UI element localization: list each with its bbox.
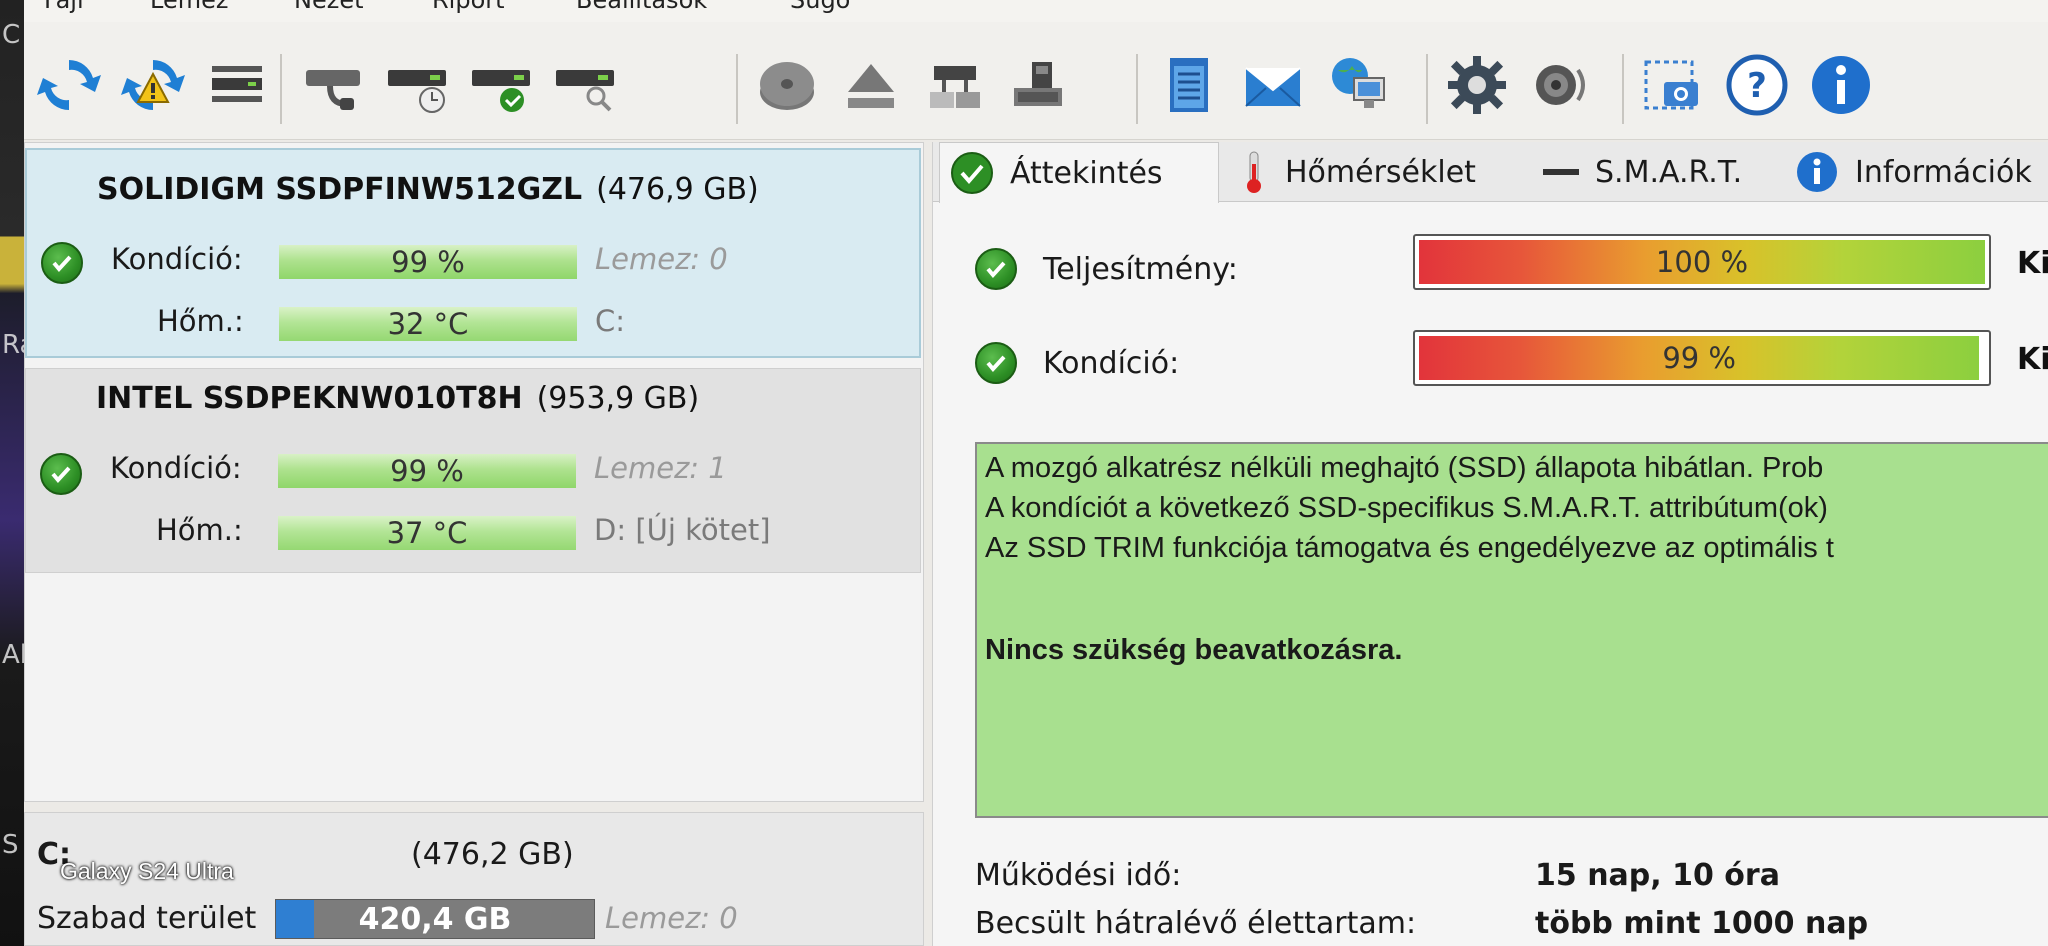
info-icon[interactable]	[1808, 52, 1874, 118]
status-line: A kondíciót a következő SSD-specifikus S…	[985, 492, 1828, 524]
check-icon	[41, 242, 83, 284]
tab-label: Hőmérséklet	[1285, 154, 1476, 190]
drive-list-icon[interactable]	[204, 52, 270, 118]
tab-label: Áttekintés	[1010, 155, 1163, 191]
notepad-icon[interactable]	[1156, 52, 1222, 118]
condition-bar: 99 %	[279, 245, 577, 279]
performance-bar: 100 %	[1413, 234, 1991, 290]
tab-bar: Áttekintés Hőmérséklet S.M.A.R.T. Inform…	[933, 142, 2048, 203]
status-message-box: A mozgó alkatrész nélküli meghajtó (SSD)…	[975, 442, 2048, 818]
status-summary: Nincs szükség beavatkozásra.	[985, 634, 1403, 666]
tab-smart[interactable]: S.M.A.R.T.	[1533, 142, 1769, 202]
disk-index: Lemez: 0	[595, 242, 728, 276]
screenshot-icon[interactable]	[1640, 52, 1706, 118]
performance-label: Teljesítmény:	[1043, 252, 1238, 287]
condition-fill: 99 %	[1419, 336, 1980, 380]
menu-disk[interactable]: Lemez	[150, 0, 228, 14]
uptime-value: 15 nap, 10 óra	[1535, 858, 1780, 893]
details-panel: Áttekintés Hőmérséklet S.M.A.R.T. Inform…	[932, 142, 2048, 946]
condition-label: Kondíció:	[1043, 346, 1180, 381]
check-icon	[975, 248, 1017, 290]
background-edge: C Ra Al S	[0, 0, 35, 946]
disk-capacity: (953,9 GB)	[536, 381, 700, 416]
condition-bar: 99 %	[1413, 330, 1991, 386]
lifetime-label: Becsült hátralévő élettartam:	[975, 906, 1417, 941]
lifetime-value: több mint 1000 nap	[1535, 906, 1869, 941]
drive-clock-icon[interactable]	[384, 52, 450, 118]
info-icon	[1795, 150, 1839, 194]
drive-check-icon[interactable]	[468, 52, 534, 118]
temperature-bar: 37 °C	[278, 516, 576, 550]
disk-title: SOLIDIGM SSDPFINW512GZL (476,9 GB)	[97, 172, 759, 207]
temperature-bar: 32 °C	[279, 307, 577, 341]
help-icon[interactable]: ?	[1724, 52, 1790, 118]
menu-bar: Fájl Lemez Nézet Riport Beállítások Súgó	[24, 0, 2048, 22]
condition-label: Kondíció:	[110, 451, 242, 485]
drive-network-icon[interactable]	[922, 52, 988, 118]
toolbar: ?	[24, 22, 2048, 140]
settings-icon[interactable]	[1444, 52, 1510, 118]
tab-temperature[interactable]: Hőmérséklet	[1229, 142, 1529, 202]
status-line: A mozgó alkatrész nélküli meghajtó (SSD)…	[985, 452, 1824, 484]
globe-computer-icon[interactable]	[1324, 52, 1390, 118]
performance-fill: 100 %	[1419, 240, 1985, 284]
disk-list-panel: SOLIDIGM SSDPFINW512GZL (476,9 GB) Kondíc…	[24, 142, 924, 802]
condition-label: Kondíció:	[111, 242, 243, 276]
disk-card[interactable]: INTEL SSDPEKNW010T8H (953,9 GB) Kondíció:…	[25, 368, 921, 573]
performance-side-text: Ki	[2017, 246, 2048, 281]
temperature-label: Hőm.:	[157, 304, 244, 338]
disk-name: SOLIDIGM SSDPFINW512GZL	[97, 172, 583, 207]
tab-information[interactable]: Információk	[1785, 142, 2048, 202]
volume-size: (476,2 GB)	[411, 837, 574, 872]
check-icon	[40, 453, 82, 495]
tab-label: Információk	[1855, 154, 2032, 190]
disk-card[interactable]: SOLIDIGM SSDPFINW512GZL (476,9 GB) Kondíc…	[25, 148, 921, 358]
email-icon[interactable]	[1240, 52, 1306, 118]
disk-index: Lemez: 0	[605, 901, 738, 935]
condition-bar: 99 %	[278, 454, 576, 488]
disk-capacity: (476,9 GB)	[596, 172, 759, 207]
menu-help[interactable]: Súgó	[790, 0, 850, 14]
menu-file[interactable]: Fájl	[44, 0, 84, 14]
thermometer-icon	[1239, 148, 1269, 196]
temperature-label: Hőm.:	[156, 513, 243, 547]
free-space-value: 420,4 GB	[358, 902, 512, 937]
drive-usb-icon[interactable]	[1006, 52, 1072, 118]
menu-settings[interactable]: Beállítások	[576, 0, 707, 14]
refresh-icon[interactable]	[36, 52, 102, 118]
drive-icon	[1543, 165, 1579, 179]
speaker-icon[interactable]	[1528, 52, 1594, 118]
disk-index: Lemez: 1	[594, 451, 727, 485]
tab-label: S.M.A.R.T.	[1595, 154, 1743, 190]
condition-side-text: Ki	[2017, 342, 2048, 377]
tab-overview[interactable]: Áttekintés	[939, 142, 1219, 203]
volume-letter: C:	[595, 304, 626, 338]
disk-platter-icon[interactable]	[754, 52, 820, 118]
disk-title: INTEL SSDPEKNW010T8H (953,9 GB)	[96, 381, 699, 416]
svg-text:?: ?	[1747, 66, 1767, 106]
uptime-label: Működési idő:	[975, 858, 1182, 893]
drive-search-icon[interactable]	[552, 52, 618, 118]
menu-report[interactable]: Riport	[432, 0, 505, 14]
volume-letter: D: [Új kötet]	[594, 513, 771, 547]
drive-power-icon[interactable]	[300, 52, 366, 118]
eject-icon[interactable]	[838, 52, 904, 118]
camera-watermark: Galaxy S24 Ultra	[60, 858, 234, 884]
refresh-warning-icon[interactable]	[120, 52, 186, 118]
status-line: Az SSD TRIM funkciója támogatva és enged…	[985, 532, 1834, 564]
menu-view[interactable]: Nézet	[294, 0, 364, 14]
free-space-label: Szabad terület	[37, 901, 257, 936]
free-space-bar: 420,4 GB	[275, 899, 595, 939]
check-icon	[950, 151, 994, 195]
check-icon	[975, 342, 1017, 384]
disk-name: INTEL SSDPEKNW010T8H	[96, 381, 523, 416]
